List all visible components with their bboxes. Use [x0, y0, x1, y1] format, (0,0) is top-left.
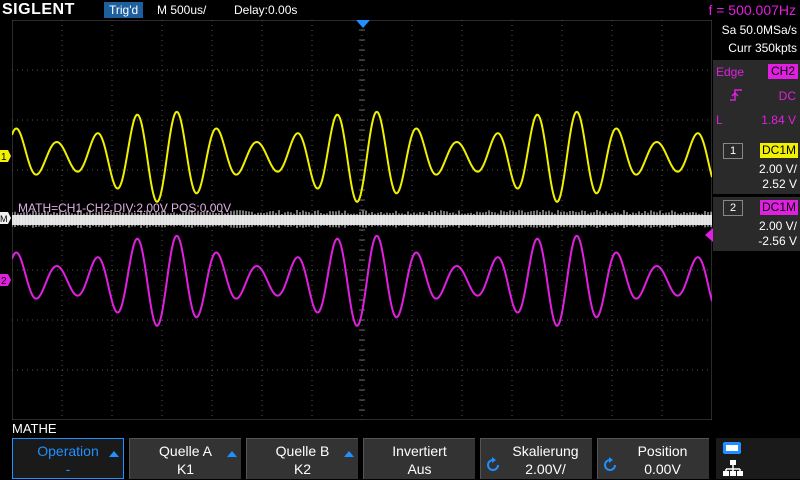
- trigger-status-badge: Trig'd: [104, 2, 144, 18]
- ch2-marker-label: 2: [1, 276, 7, 287]
- source-a-label: Quelle A: [159, 443, 212, 459]
- position-value: 0.00V: [644, 461, 681, 477]
- delay-readout[interactable]: Delay:0.00s: [234, 2, 297, 18]
- memory-depth: Curr 350kpts: [728, 41, 797, 55]
- trigger-level: 1.84 V: [761, 113, 796, 127]
- scale-button[interactable]: Skalierung 2.00V/: [480, 438, 592, 479]
- scale-label: Skalierung: [512, 443, 579, 459]
- ch2-coupling: DC1M: [759, 200, 798, 215]
- source-a-button[interactable]: Quelle A K1: [129, 438, 241, 479]
- up-arrow-icon: [227, 451, 237, 457]
- ch2-scale: 2.00 V/: [758, 219, 797, 233]
- rising-edge-icon: [730, 89, 742, 101]
- invert-button[interactable]: Invertiert Aus: [363, 438, 475, 479]
- frequency-readout: f = 500.007Hz: [708, 2, 796, 18]
- menu-title: MATHE: [12, 421, 57, 436]
- waveform-display[interactable]: MATH=CH1-CH2 DIV:2.00V POS:0.00V: [12, 20, 712, 420]
- math-info-label: MATH=CH1-CH2 DIV:2.00V POS:0.00V: [18, 201, 231, 215]
- ch2-settings-box[interactable]: 2 DC1M 2.00 V/ -2.56 V: [713, 197, 800, 251]
- position-button[interactable]: Position 0.00V: [597, 438, 709, 479]
- channel-markers: 1 M 2: [0, 150, 11, 287]
- invert-label: Invertiert: [392, 443, 447, 459]
- scale-value: 2.00V/: [525, 461, 566, 477]
- operation-value: -: [65, 461, 71, 477]
- trigger-level-label: L: [716, 113, 723, 127]
- trigger-type: Edge: [716, 65, 745, 79]
- math-marker-label: M: [0, 214, 8, 224]
- usb-icon: [723, 442, 741, 454]
- connectivity-status[interactable]: [716, 438, 800, 479]
- ch1-coupling: DC1M: [759, 143, 798, 158]
- ch1-scale: 2.00 V/: [758, 162, 797, 176]
- softkey-menu-bar: Operation - Quelle A K1 Quelle B K2 Inve…: [0, 437, 800, 480]
- invert-value: Aus: [407, 461, 432, 477]
- timebase-readout[interactable]: M 500us/: [157, 2, 206, 18]
- ch2-offset-marker[interactable]: [703, 228, 713, 242]
- operation-button[interactable]: Operation -: [12, 438, 124, 479]
- trigger-coupling: DC: [778, 89, 796, 103]
- ch1-number: 1: [723, 143, 743, 159]
- info-side-panel: Sa 50.0MSa/s Curr 350kpts Edge CH2 DC L …: [705, 20, 800, 420]
- brand-logo: SIGLENT: [2, 1, 75, 18]
- trigger-source: CH2: [767, 64, 798, 79]
- source-b-label: Quelle B: [275, 443, 330, 459]
- top-status-bar: SIGLENT Trig'd M 500us/ Delay:0.00s f = …: [0, 0, 800, 20]
- operation-label: Operation: [37, 443, 99, 459]
- source-b-button[interactable]: Quelle B K2: [246, 438, 358, 479]
- sample-rate: Sa 50.0MSa/s: [721, 23, 797, 37]
- ch1-settings-box[interactable]: 1 DC1M 2.00 V/ 2.52 V: [713, 140, 800, 194]
- ch2-offset: -2.56 V: [758, 234, 797, 248]
- up-arrow-icon: [344, 451, 354, 457]
- ch1-offset: 2.52 V: [762, 177, 797, 191]
- source-a-value: K1: [176, 461, 195, 477]
- up-arrow-icon: [109, 451, 119, 457]
- network-icon: [723, 460, 743, 476]
- position-label: Position: [637, 443, 688, 459]
- ch1-marker-label: 1: [1, 152, 7, 163]
- source-b-value: K2: [293, 461, 312, 477]
- ch2-number: 2: [723, 200, 743, 216]
